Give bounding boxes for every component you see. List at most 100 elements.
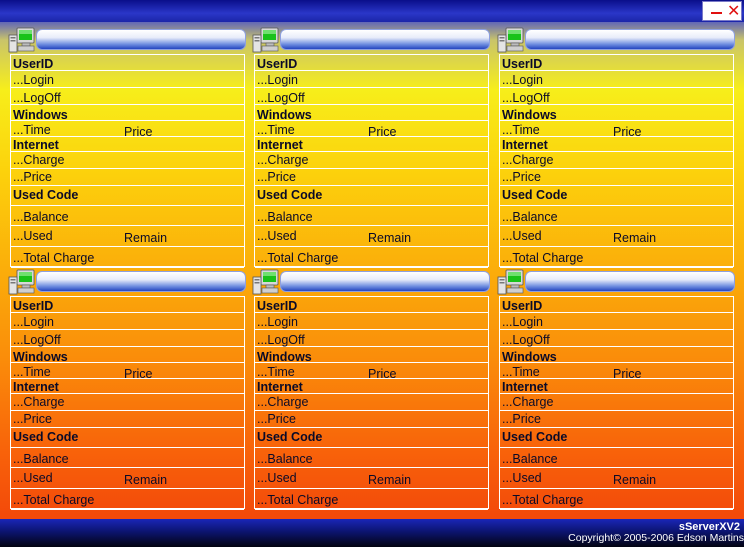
field-label: ...LogOff [257,333,305,347]
computer-icon[interactable] [8,27,36,53]
footer-bar: sServerXV2 Copyright© 2005-2006 Edson Ma… [0,519,744,547]
window-controls: ✕ [702,1,742,21]
section-heading: Windows [13,108,68,122]
field-label-remain: Remain [124,473,168,487]
station-stats: UserID ...Login ...LogOff Windows ...Time Pri… [499,54,734,268]
row-userid: UserID [500,297,733,313]
title-bar: ✕ [0,0,744,22]
row-used: ...Used Remain [500,226,733,247]
section-heading: Internet [502,138,548,152]
section-heading: UserID [257,299,298,313]
section-heading: Used Code [257,430,323,444]
field-label: ...Price [502,412,541,426]
row-login: ...Login [255,71,488,88]
station-panel: UserID ...Login ...LogOff Windows ...Time Pri… [8,26,248,268]
row-charge: ...Charge [11,394,244,411]
computer-icon[interactable] [8,269,36,295]
station-header [252,268,492,296]
field-label-remain: Remain [613,231,657,245]
row-used-code: Used Code [255,186,488,206]
field-label: ...Login [257,315,299,329]
field-label: ...Balance [502,210,558,224]
field-label-remain: Remain [368,473,412,487]
field-label: ...Time [257,365,295,379]
section-heading: Used Code [13,188,79,202]
field-label: ...Login [502,315,544,329]
row-internet: Internet [255,379,488,394]
computer-icon[interactable] [497,27,525,53]
row-time: ...Time Price [11,121,244,139]
row-internet: Internet [500,379,733,394]
field-label: ...LogOff [502,91,550,105]
field-label: ...Total Charge [502,251,584,265]
section-heading: Windows [257,108,312,122]
row-total-charge: ...Total Charge [11,247,244,268]
station-name-bar[interactable] [525,271,735,292]
station-name-bar[interactable] [36,271,246,292]
field-label: ...Price [13,170,52,184]
computer-icon[interactable] [497,269,525,295]
minimize-icon[interactable] [711,12,722,14]
field-label: ...Used [502,229,542,243]
row-charge: ...Charge [500,394,733,411]
row-total-charge: ...Total Charge [255,489,488,510]
row-time: ...Time Price [255,363,488,381]
row-used: ...Used Remain [11,226,244,247]
section-heading: UserID [13,57,54,71]
field-label: ...Total Charge [13,493,95,507]
section-heading: Internet [13,380,59,394]
row-logoff: ...LogOff [500,330,733,347]
row-logoff: ...LogOff [255,88,488,105]
row-logoff: ...LogOff [11,330,244,347]
section-heading: Used Code [502,430,568,444]
row-logoff: ...LogOff [500,88,733,105]
computer-icon[interactable] [252,269,280,295]
row-charge: ...Charge [255,394,488,411]
computer-icon[interactable] [252,27,280,53]
section-heading: UserID [502,299,543,313]
field-label: ...Used [502,471,542,485]
field-label: ...LogOff [502,333,550,347]
row-charge: ...Charge [500,152,733,169]
field-label-remain: Remain [368,231,412,245]
station-stats: UserID ...Login ...LogOff Windows ...Time Pri… [499,296,734,510]
field-label: ...Price [257,170,296,184]
row-used-code: Used Code [500,186,733,206]
row-balance: ...Balance [500,448,733,468]
field-label: ...Balance [13,210,69,224]
row-total-charge: ...Total Charge [255,247,488,268]
row-logoff: ...LogOff [255,330,488,347]
station-stats: UserID ...Login ...LogOff Windows ...Time Pri… [254,54,489,268]
row-price: ...Price [500,169,733,186]
row-used: ...Used Remain [255,226,488,247]
station-panel: UserID ...Login ...LogOff Windows ...Time Pri… [497,268,737,510]
field-label: ...Login [257,73,299,87]
close-icon[interactable]: ✕ [727,2,740,20]
row-userid: UserID [11,55,244,71]
row-userid: UserID [255,55,488,71]
station-name-bar[interactable] [525,29,735,50]
field-label: ...Total Charge [502,493,584,507]
station-name-bar[interactable] [280,29,490,50]
section-heading: UserID [13,299,54,313]
field-label: ...Balance [13,452,69,466]
copyright-text: Copyright© 2005-2006 Edson Martins [568,532,744,544]
field-label: ...Time [502,123,540,137]
field-label: ...Used [257,471,297,485]
field-label-remain: Remain [613,473,657,487]
field-label: ...Login [13,73,55,87]
row-balance: ...Balance [500,206,733,226]
section-heading: Used Code [13,430,79,444]
section-heading: Internet [13,138,59,152]
section-heading: Internet [257,138,303,152]
station-name-bar[interactable] [280,271,490,292]
field-label: ...Balance [502,452,558,466]
field-label: ...Charge [13,153,65,167]
row-userid: UserID [500,55,733,71]
row-windows: Windows [500,347,733,364]
row-login: ...Login [500,313,733,330]
field-label: ...Used [13,229,53,243]
station-name-bar[interactable] [36,29,246,50]
field-label: ...Total Charge [13,251,95,265]
row-userid: UserID [11,297,244,313]
